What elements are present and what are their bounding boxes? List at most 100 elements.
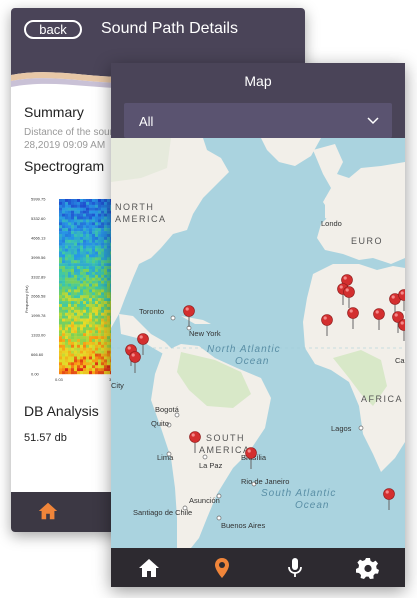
spectrogram-cell xyxy=(98,321,102,325)
spectrogram-cell xyxy=(65,341,69,346)
spectrogram-cell xyxy=(104,344,108,348)
spectrogram-cell xyxy=(92,321,96,325)
location-pin-icon[interactable] xyxy=(210,556,234,580)
spectrogram-cell xyxy=(101,353,105,357)
spectrogram-cell xyxy=(80,210,84,214)
world-map[interactable]: NORTH AMERICA SOUTH AMERICA EURO AFRICA … xyxy=(111,138,405,548)
spectrogram-cell xyxy=(101,216,105,220)
spectrogram-cell xyxy=(59,245,63,249)
spectrogram-cell xyxy=(77,347,81,351)
spectrogram-cell xyxy=(92,304,96,308)
spectrogram-cell xyxy=(62,350,66,354)
spectrogram-cell xyxy=(101,225,105,229)
spectrogram-cell xyxy=(101,371,105,375)
back-button[interactable]: back xyxy=(24,20,82,39)
spectrogram-cell xyxy=(92,239,96,243)
spectrogram-cell xyxy=(107,234,111,238)
spectrogram-cell xyxy=(98,298,102,302)
spectrogram-cell xyxy=(98,280,102,284)
spectrogram-cell xyxy=(104,301,108,305)
spectrogram-cell xyxy=(74,298,78,302)
spectrogram-cell xyxy=(86,201,90,206)
spectrogram-cell xyxy=(98,236,102,241)
spectrogram-cell xyxy=(77,213,81,217)
spectrogram-cell xyxy=(74,371,78,375)
spectrogram-cell xyxy=(77,219,81,223)
spectrogram-cell xyxy=(65,274,69,278)
spectrogram-cell xyxy=(68,204,72,208)
spectrogram-cell xyxy=(98,339,102,343)
spectrogram-cell xyxy=(71,225,75,229)
spectrogram-cell xyxy=(68,353,72,357)
filter-dropdown[interactable]: All xyxy=(124,103,392,138)
spectrogram-cell xyxy=(65,280,69,284)
spectrogram-cell xyxy=(80,207,84,211)
spectrogram-cell xyxy=(59,295,63,299)
spectrogram-cell xyxy=(104,333,108,337)
spectrogram-cell xyxy=(71,236,75,241)
spectrogram-cell xyxy=(83,344,87,348)
spectrogram-cell xyxy=(101,283,105,287)
spectrogram-cell xyxy=(62,359,66,363)
spectrogram-cell xyxy=(92,234,96,238)
spectrogram-cell xyxy=(104,260,108,264)
spectrogram-cell xyxy=(89,350,93,354)
spectrogram-cell xyxy=(107,306,111,311)
spectrogram-cell xyxy=(77,333,81,337)
spectrogram-cell xyxy=(65,245,69,249)
spectrogram-cell xyxy=(80,274,84,278)
spectrogram-cell xyxy=(101,315,105,319)
spectrogram-cell xyxy=(98,309,102,313)
spectrogram-cell xyxy=(104,321,108,325)
spectrogram-cell xyxy=(77,210,81,214)
spectrogram-cell xyxy=(74,260,78,264)
map-tab-bar xyxy=(111,548,405,587)
spectrogram-cell xyxy=(95,321,99,325)
home-icon[interactable] xyxy=(137,556,161,580)
spectrogram-cell xyxy=(95,207,99,211)
spectrogram-cell xyxy=(98,266,102,270)
city-label-city: City xyxy=(111,381,124,390)
spectrogram-cell xyxy=(71,301,75,305)
spectrogram-cell xyxy=(101,251,105,255)
microphone-icon[interactable] xyxy=(283,556,307,580)
spectrogram-cell xyxy=(74,242,78,246)
spectrogram-cell xyxy=(98,213,102,217)
spectrogram-cell xyxy=(80,269,84,273)
spectrogram-cell xyxy=(95,236,99,241)
spectrogram-cell xyxy=(74,347,78,351)
spectrogram-cell xyxy=(89,263,93,267)
spectrogram-cell xyxy=(98,231,102,235)
spectrogram-cell xyxy=(104,213,108,217)
spectrogram-cell xyxy=(65,336,69,340)
home-icon[interactable] xyxy=(37,500,59,522)
spectrogram-cell xyxy=(107,274,111,278)
spectrogram-cell xyxy=(80,213,84,217)
spectrogram-cell xyxy=(74,283,78,287)
spectrogram-cell xyxy=(98,199,102,203)
spectrogram-cell xyxy=(77,289,81,293)
spectrogram-cell xyxy=(80,321,84,325)
spectrogram-cell xyxy=(65,353,69,357)
spectrogram-cell xyxy=(65,318,69,322)
spectrogram-cell xyxy=(98,327,102,331)
spectrogram-cell xyxy=(65,207,69,211)
spectrogram-cell xyxy=(59,251,63,255)
spectrogram-cell xyxy=(89,254,93,258)
spectrogram-cell xyxy=(65,213,69,217)
spectrogram-cell xyxy=(71,271,75,276)
spectrogram-cell xyxy=(62,362,66,366)
spectrogram-cell xyxy=(83,359,87,363)
spectrogram-cell xyxy=(65,289,69,293)
spectrogram-cell xyxy=(71,353,75,357)
spectrogram-cell xyxy=(65,263,69,267)
spectrogram-cell xyxy=(68,251,72,255)
spectrogram-cell xyxy=(92,245,96,249)
spectrogram-cell xyxy=(71,257,75,261)
spectrogram-cell xyxy=(80,245,84,249)
gear-icon[interactable] xyxy=(356,556,380,580)
spectrogram-cell xyxy=(74,362,78,366)
spectrogram-cell xyxy=(95,263,99,267)
spectrogram-cell xyxy=(77,234,81,238)
spectrogram-y-tick: 0.00 xyxy=(31,372,40,377)
